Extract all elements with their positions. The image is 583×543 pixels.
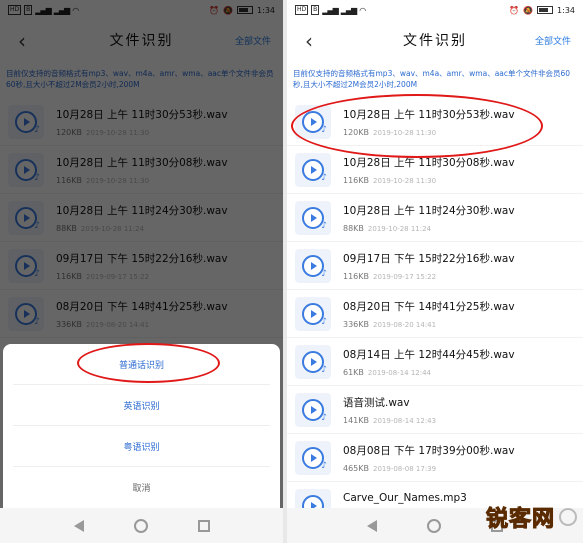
file-date: 2019-08-14 12:43 (373, 416, 437, 425)
file-item[interactable]: ♪ 语音测试.wav 141KB 2019-08-14 12:43 (287, 386, 583, 434)
file-size: 141KB (343, 415, 370, 425)
file-date: 2019-10-28 11:30 (373, 176, 437, 185)
file-name: 08月14日 上午 12时44分45秒.wav (343, 348, 515, 361)
watermark-text: 锐客网 (485, 507, 555, 533)
file-name: Carve_Our_Names.mp3 (343, 492, 467, 504)
all-files-link[interactable]: 全部文件 (535, 34, 571, 47)
signal-icon: ▂▄▆ (322, 5, 339, 15)
left-screen: HD B ▂▄▆ ▂▄▆ ◠ ⏰ 🔕 1:34 ‹ 文件识别 全部文件 目前仅支… (0, 0, 283, 543)
nav-recent-icon[interactable] (197, 519, 210, 532)
system-nav-bar (0, 508, 283, 543)
file-item[interactable]: ♪ 08月08日 下午 17时39分00秒.wav 465KB 2019-08-0… (287, 434, 583, 482)
file-name: 08月20日 下午 14时41分25秒.wav (343, 300, 515, 313)
format-notice: 目前仅支持的音频格式有mp3、wav、m4a、amr、wma、aac单个文件非会… (293, 69, 571, 89)
audio-file-icon: ♪ (295, 344, 331, 379)
file-date: 2019-10-28 11:24 (367, 224, 432, 233)
file-size: 116KB (343, 271, 370, 281)
hd-badge: HD (295, 5, 309, 15)
b-badge: B (311, 5, 320, 15)
audio-file-icon: ♪ (295, 296, 331, 331)
audio-file-icon: ♪ (295, 152, 331, 187)
wifi-icon: ◠ (359, 5, 367, 15)
nav-home-icon[interactable] (427, 518, 441, 533)
audio-file-icon: ♪ (295, 440, 331, 475)
watermark-logo-icon (559, 508, 577, 526)
nav-home-icon[interactable] (133, 518, 148, 533)
file-item[interactable]: ♪ 08月14日 上午 12时44分45秒.wav 61KB 2019-08-14… (287, 338, 583, 386)
nav-bar: ‹ 文件识别 全部文件 (287, 20, 583, 60)
file-name: 09月17日 下午 15时22分16秒.wav (343, 252, 515, 265)
audio-file-icon: ♪ (295, 248, 331, 283)
file-name: 10月28日 上午 11时24分30秒.wav (343, 204, 515, 217)
file-item[interactable]: ♪ 08月20日 下午 14时41分25秒.wav 336KB2019-08-2… (287, 290, 583, 338)
file-size: 465KB (343, 463, 370, 473)
english-recognition-option[interactable]: 英语识别 (13, 385, 270, 426)
cantonese-recognition-option[interactable]: 粤语识别 (13, 426, 270, 467)
file-date: 2019-09-17 15:22 (373, 272, 437, 281)
right-screen: HD B ▂▄▆ ▂▄▆ ◠ ⏰ 🔕 1:34 ‹ 文件识别 全部文件 目前仅支… (287, 0, 583, 543)
audio-file-icon: ♪ (295, 392, 331, 427)
file-date: 2019-08-08 17:39 (373, 464, 437, 473)
battery-icon (537, 6, 554, 14)
file-name: 08月08日 下午 17时39分00秒.wav (343, 444, 515, 457)
annotation-ellipse (291, 94, 543, 158)
mute-icon: 🔕 (523, 5, 534, 15)
file-date: 2019-08-20 14:41 (373, 320, 437, 329)
file-size: 116KB (343, 175, 370, 185)
annotation-ellipse (77, 343, 220, 383)
file-item[interactable]: ♪ 09月17日 下午 15时22分16秒.wav 116KB2019-09-1… (287, 242, 583, 290)
site-watermark: 锐客网 (485, 501, 577, 533)
back-arrow-icon[interactable]: ‹ (299, 29, 319, 53)
signal-icon-2: ▂▄▆ (340, 5, 358, 15)
nav-back-icon[interactable] (73, 519, 84, 532)
file-list: ♪ 10月28日 上午 11时30分53秒.wav 120KB2019-10-2… (287, 98, 583, 530)
status-bar: HD B ▂▄▆ ▂▄▆ ◠ ⏰ 🔕 1:34 (287, 0, 583, 20)
clock-time: 1:34 (557, 5, 575, 15)
alarm-icon: ⏰ (509, 5, 520, 15)
file-size: 88KB (343, 223, 364, 233)
file-date: 2019-08-14 12:44 (367, 368, 432, 377)
cancel-button[interactable]: 取消 (13, 467, 270, 508)
file-size: 61KB (343, 367, 364, 377)
nav-back-icon[interactable] (367, 519, 377, 532)
file-size: 336KB (343, 319, 370, 329)
file-item[interactable]: ♪ 10月28日 上午 11时24分30秒.wav 88KB2019-10-28… (287, 194, 583, 242)
audio-file-icon: ♪ (295, 200, 331, 235)
file-name: 语音测试.wav (343, 396, 410, 409)
